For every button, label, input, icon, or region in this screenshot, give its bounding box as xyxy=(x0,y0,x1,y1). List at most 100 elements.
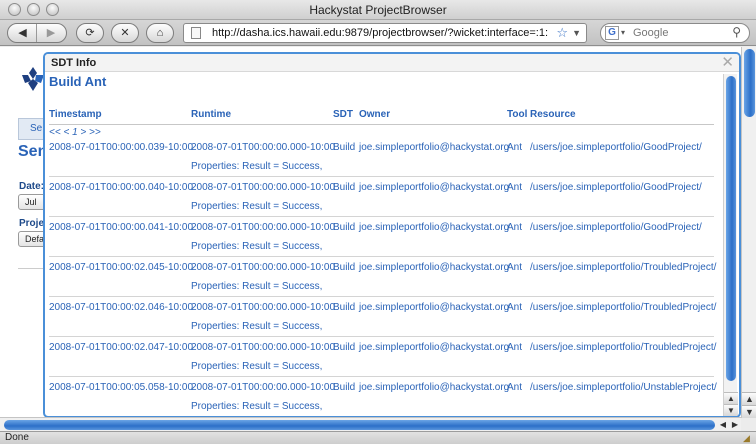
column-header-timestamp[interactable]: Timestamp xyxy=(49,109,102,120)
search-icon[interactable]: ⚲ xyxy=(732,23,741,41)
cell-owner: joe.simpleportfolio@hackystat.org xyxy=(359,142,510,153)
resize-grip-icon[interactable]: ◢ xyxy=(743,433,753,443)
page-scroll-up-arrow[interactable]: ▲ xyxy=(742,392,756,405)
modal-header: SDT Info ✕ xyxy=(45,54,739,72)
window-title: Hackystat ProjectBrowser xyxy=(309,3,447,17)
cell-resource: /users/joe.simpleportfolio/GoodProject/ xyxy=(530,142,702,153)
cell-runtime: 2008-07-01T00:00:00.000-10:00 xyxy=(191,142,336,153)
back-forward-group: ◀ ▶ xyxy=(7,23,67,43)
cell-properties: Properties: Result = Success, xyxy=(191,161,323,172)
table-row: 2008-07-01T00:00:02.047-10:00 2008-07-01T… xyxy=(45,337,717,377)
close-icon[interactable]: ✕ xyxy=(721,54,734,71)
url-text: http://dasha.ics.hawaii.edu:9879/project… xyxy=(212,27,548,39)
cell-resource: /users/joe.simpleportfolio/TroubledProje… xyxy=(530,342,717,353)
cell-timestamp: 2008-07-01T00:00:05.058-10:00 xyxy=(49,382,194,393)
column-header-tool[interactable]: Tool xyxy=(507,109,527,120)
reload-button[interactable]: ⟳ xyxy=(76,23,104,43)
column-header-resource[interactable]: Resource xyxy=(530,109,576,120)
table-row: 2008-07-01T00:00:00.039-10:00 2008-07-01T… xyxy=(45,137,717,177)
cell-owner: joe.simpleportfolio@hackystat.org xyxy=(359,302,510,313)
table-row: 2008-07-01T00:00:02.045-10:00 2008-07-01T… xyxy=(45,257,717,297)
cell-sdt: Build xyxy=(333,222,356,233)
google-icon[interactable]: G xyxy=(605,26,619,40)
cell-owner: joe.simpleportfolio@hackystat.org xyxy=(359,262,510,273)
modal-scroll-up-arrow[interactable]: ▲ xyxy=(724,392,738,404)
cell-timestamp: 2008-07-01T00:00:02.045-10:00 xyxy=(49,262,194,273)
hackystat-logo-icon xyxy=(22,67,44,91)
forward-button[interactable]: ▶ xyxy=(37,24,65,42)
scroll-right-arrow[interactable]: ▶ xyxy=(729,419,741,431)
table-row: 2008-07-01T00:00:05.058-10:00 2008-07-01T… xyxy=(45,377,717,416)
page-horizontal-thumb[interactable] xyxy=(4,420,715,430)
project-select[interactable]: Defa xyxy=(18,231,46,247)
cell-tool: Ant xyxy=(507,182,523,193)
scroll-left-arrow[interactable]: ◀ xyxy=(717,419,729,431)
column-header-runtime[interactable]: Runtime xyxy=(191,109,231,120)
cell-tool: Ant xyxy=(507,222,523,233)
cell-runtime: 2008-07-01T00:00:00.000-10:00 xyxy=(191,222,336,233)
cell-sdt: Build xyxy=(333,382,356,393)
cell-timestamp: 2008-07-01T00:00:00.039-10:00 xyxy=(49,142,194,153)
cell-owner: joe.simpleportfolio@hackystat.org xyxy=(359,222,510,233)
status-bar: Done ◢ xyxy=(0,431,756,444)
browser-toolbar: ◀ ▶ ⟳ ✕ ⌂ http://dasha.ics.hawaii.edu:987… xyxy=(0,20,756,46)
cell-runtime: 2008-07-01T00:00:00.000-10:00 xyxy=(191,342,336,353)
cell-timestamp: 2008-07-01T00:00:02.047-10:00 xyxy=(49,342,194,353)
table-row: 2008-07-01T00:00:00.041-10:00 2008-07-01T… xyxy=(45,217,717,257)
modal-vertical-scrollbar[interactable]: ▲ ▼ xyxy=(723,74,738,416)
cell-properties: Properties: Result = Success, xyxy=(191,401,323,412)
sdt-info-modal: SDT Info ✕ Build Ant Timestamp Runtime S… xyxy=(43,52,741,418)
home-button[interactable]: ⌂ xyxy=(146,23,174,43)
date-label: Date: xyxy=(19,181,45,192)
page-scroll-down-arrow[interactable]: ▼ xyxy=(742,405,756,418)
page-scroll-thumb[interactable] xyxy=(744,49,755,117)
cell-properties: Properties: Result = Success, xyxy=(191,201,323,212)
cell-properties: Properties: Result = Success, xyxy=(191,281,323,292)
search-engine-dropdown-icon[interactable]: ▾ xyxy=(621,24,625,42)
page-vertical-scrollbar[interactable]: ▲ ▼ xyxy=(741,47,756,418)
cell-runtime: 2008-07-01T00:00:00.000-10:00 xyxy=(191,182,336,193)
cell-resource: /users/joe.simpleportfolio/UnstableProje… xyxy=(530,382,717,393)
page-icon xyxy=(191,27,201,39)
cell-resource: /users/joe.simpleportfolio/GoodProject/ xyxy=(530,182,702,193)
column-header-sdt[interactable]: SDT xyxy=(333,109,353,120)
date-select[interactable]: Jul xyxy=(18,194,46,210)
cell-owner: joe.simpleportfolio@hackystat.org xyxy=(359,182,510,193)
cell-tool: Ant xyxy=(507,382,523,393)
url-dropdown-icon[interactable]: ▼ xyxy=(572,24,581,42)
stop-button[interactable]: ✕ xyxy=(111,23,139,43)
cell-sdt: Build xyxy=(333,302,356,313)
cell-resource: /users/joe.simpleportfolio/GoodProject/ xyxy=(530,222,702,233)
column-header-owner[interactable]: Owner xyxy=(359,109,390,120)
back-button[interactable]: ◀ xyxy=(9,24,37,42)
cell-properties: Properties: Result = Success, xyxy=(191,241,323,252)
url-bar[interactable]: http://dasha.ics.hawaii.edu:9879/project… xyxy=(183,23,587,43)
cell-resource: /users/joe.simpleportfolio/TroubledProje… xyxy=(530,302,717,313)
modal-title: SDT Info xyxy=(51,57,97,69)
cell-sdt: Build xyxy=(333,142,356,153)
background-divider xyxy=(18,268,46,269)
cell-tool: Ant xyxy=(507,342,523,353)
cell-runtime: 2008-07-01T00:00:00.000-10:00 xyxy=(191,262,336,273)
table-row: 2008-07-01T00:00:00.040-10:00 2008-07-01T… xyxy=(45,177,717,217)
modal-scroll-thumb[interactable] xyxy=(726,76,736,381)
title-bar: Hackystat ProjectBrowser xyxy=(0,0,756,20)
status-text: Done xyxy=(5,432,29,443)
cell-properties: Properties: Result = Success, xyxy=(191,321,323,332)
cell-timestamp: 2008-07-01T00:00:02.046-10:00 xyxy=(49,302,194,313)
sdt-title: Build Ant xyxy=(49,74,107,89)
modal-scroll-down-arrow[interactable]: ▼ xyxy=(724,404,738,416)
search-placeholder: Google xyxy=(633,27,669,39)
cell-resource: /users/joe.simpleportfolio/TroubledProje… xyxy=(530,262,717,273)
cell-owner: joe.simpleportfolio@hackystat.org xyxy=(359,382,510,393)
cell-sdt: Build xyxy=(333,262,356,273)
cell-sdt: Build xyxy=(333,342,356,353)
cell-properties: Properties: Result = Success, xyxy=(191,361,323,372)
bookmark-star-icon[interactable]: ☆ xyxy=(556,24,568,42)
search-input[interactable]: G ▾ Google ⚲ xyxy=(600,23,750,43)
cell-timestamp: 2008-07-01T00:00:00.041-10:00 xyxy=(49,222,194,233)
project-label: Proje xyxy=(19,218,45,229)
page-horizontal-scrollbar[interactable]: ◀ ▶ xyxy=(0,417,741,431)
cell-tool: Ant xyxy=(507,302,523,313)
cell-tool: Ant xyxy=(507,142,523,153)
